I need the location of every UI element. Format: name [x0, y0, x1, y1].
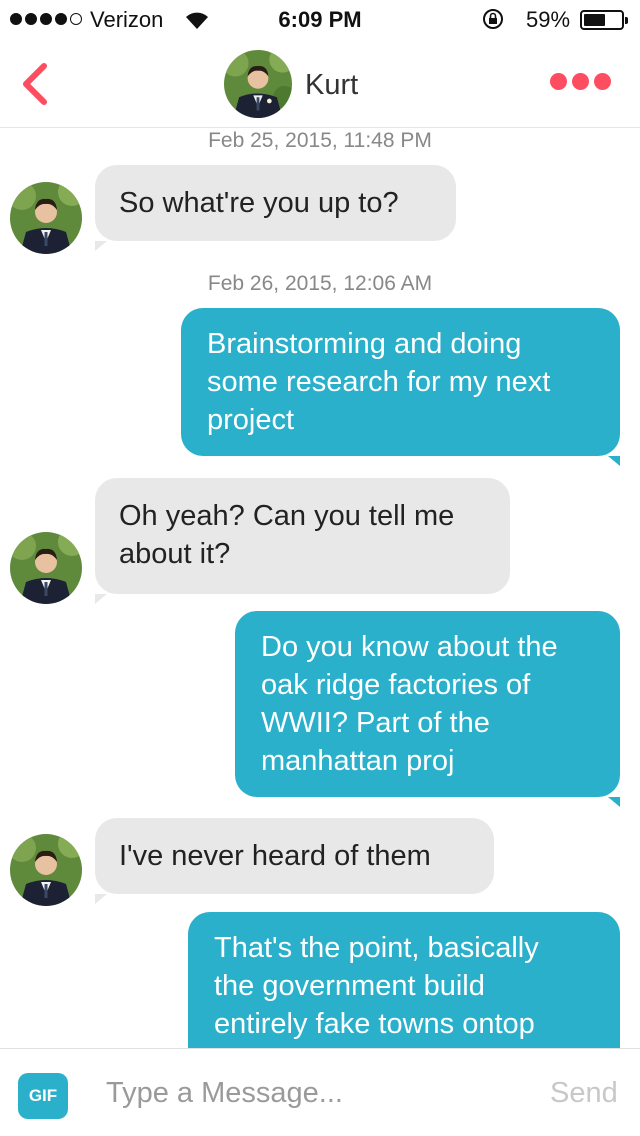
chat-header: Kurt [0, 40, 640, 128]
contact-name[interactable]: Kurt [305, 69, 358, 102]
outgoing-message[interactable]: Do you know about the oak ridge factorie… [235, 611, 620, 807]
orientation-lock-icon [483, 9, 503, 29]
sender-avatar[interactable] [10, 834, 82, 906]
message-timestamp: Feb 25, 2015, 11:48 PM [208, 129, 432, 152]
message-line: oak ridge factories of [261, 669, 531, 701]
message-timestamp: Feb 26, 2015, 12:06 AM [207, 272, 433, 295]
message-line: entirely fake towns ontop [214, 1008, 535, 1040]
status-bar: Verizon 6:09 PM 59% [0, 0, 640, 40]
message-line: manhattan proj [261, 745, 455, 777]
message-line: about it? [119, 538, 231, 570]
incoming-message[interactable]: So what're you up to? [95, 165, 456, 251]
message-line: Do you know about the [261, 631, 558, 663]
message-line: Oh yeah? Can you tell me [119, 500, 455, 532]
contact-avatar[interactable] [224, 50, 292, 118]
battery-percent: 59% [526, 7, 571, 32]
back-chevron-icon[interactable] [14, 60, 54, 108]
outgoing-message[interactable]: Brainstorming and doing some research fo… [181, 308, 620, 466]
message-line: Brainstorming and doing [207, 328, 522, 360]
sender-avatar[interactable] [10, 532, 82, 604]
message-line: project [207, 404, 295, 436]
message-line: I've never heard of them [119, 840, 431, 872]
message-line: the government build [214, 970, 485, 1002]
more-options-icon[interactable] [550, 73, 611, 90]
send-button[interactable]: Send [550, 1077, 618, 1110]
message-line: So what're you up to? [119, 187, 399, 219]
incoming-message[interactable]: Oh yeah? Can you tell me about it? [95, 478, 510, 604]
gif-button[interactable]: GIF [18, 1073, 68, 1119]
message-composer: GIF Send [0, 1048, 640, 1136]
message-line: That's the point, basically [214, 932, 539, 964]
incoming-message[interactable]: I've never heard of them [95, 818, 494, 904]
message-line: some research for my next [207, 366, 551, 398]
message-line: WWII? Part of the [261, 707, 490, 739]
battery-icon [580, 10, 628, 30]
message-input[interactable] [106, 1071, 526, 1115]
sender-avatar[interactable] [10, 182, 82, 254]
